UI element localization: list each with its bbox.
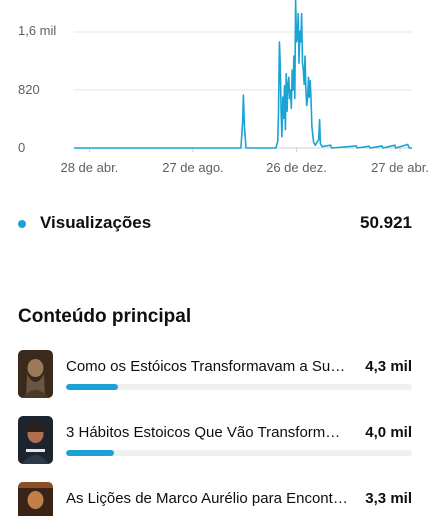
share-bar [66,450,412,456]
content-views: 4,0 mil [365,424,412,441]
share-bar [66,384,412,390]
content-item[interactable]: Como os Estóicos Transformavam a Sua Vid… [0,348,430,400]
metric-label: Visualizações [40,213,152,232]
content-title: As Lições de Marco Aurélio para Encontra… [66,490,348,507]
content-views: 4,3 mil [365,358,412,375]
share-bar-fill [66,450,115,456]
video-thumbnail [18,482,53,516]
content-views: 3,3 mil [365,490,412,507]
views-series-line [74,0,412,149]
content-title: Como os Estóicos Transformavam a Sua Vid… [66,358,348,375]
metric-value: 50.921 [360,213,412,232]
x-tick-label: 27 de abr. [371,160,429,175]
content-title: 3 Hábitos Estoicos Que Vão Transformar S… [66,424,348,441]
section-title: Conteúdo principal [18,306,192,327]
views-metric-row[interactable]: Visualizações 50.921 [0,208,430,240]
content-item[interactable]: As Lições de Marco Aurélio para Encontra… [0,480,430,516]
content-item[interactable]: 3 Hábitos Estoicos Que Vão Transformar S… [0,414,430,466]
x-tick-label: 27 de ago. [162,160,224,175]
y-tick-label: 1,6 mil [18,23,57,38]
series-legend-dot [18,220,26,228]
views-chart: 1,6 mil 820 0 28 de abr. 27 de ago. 26 d… [0,0,430,190]
share-bar-fill [66,384,118,390]
y-tick-label: 0 [18,140,26,155]
x-tick-label: 26 de dez. [266,160,327,175]
video-thumbnail [18,350,53,398]
video-thumbnail [18,416,53,464]
x-tick-label: 28 de abr. [60,160,119,175]
y-tick-label: 820 [18,82,40,97]
